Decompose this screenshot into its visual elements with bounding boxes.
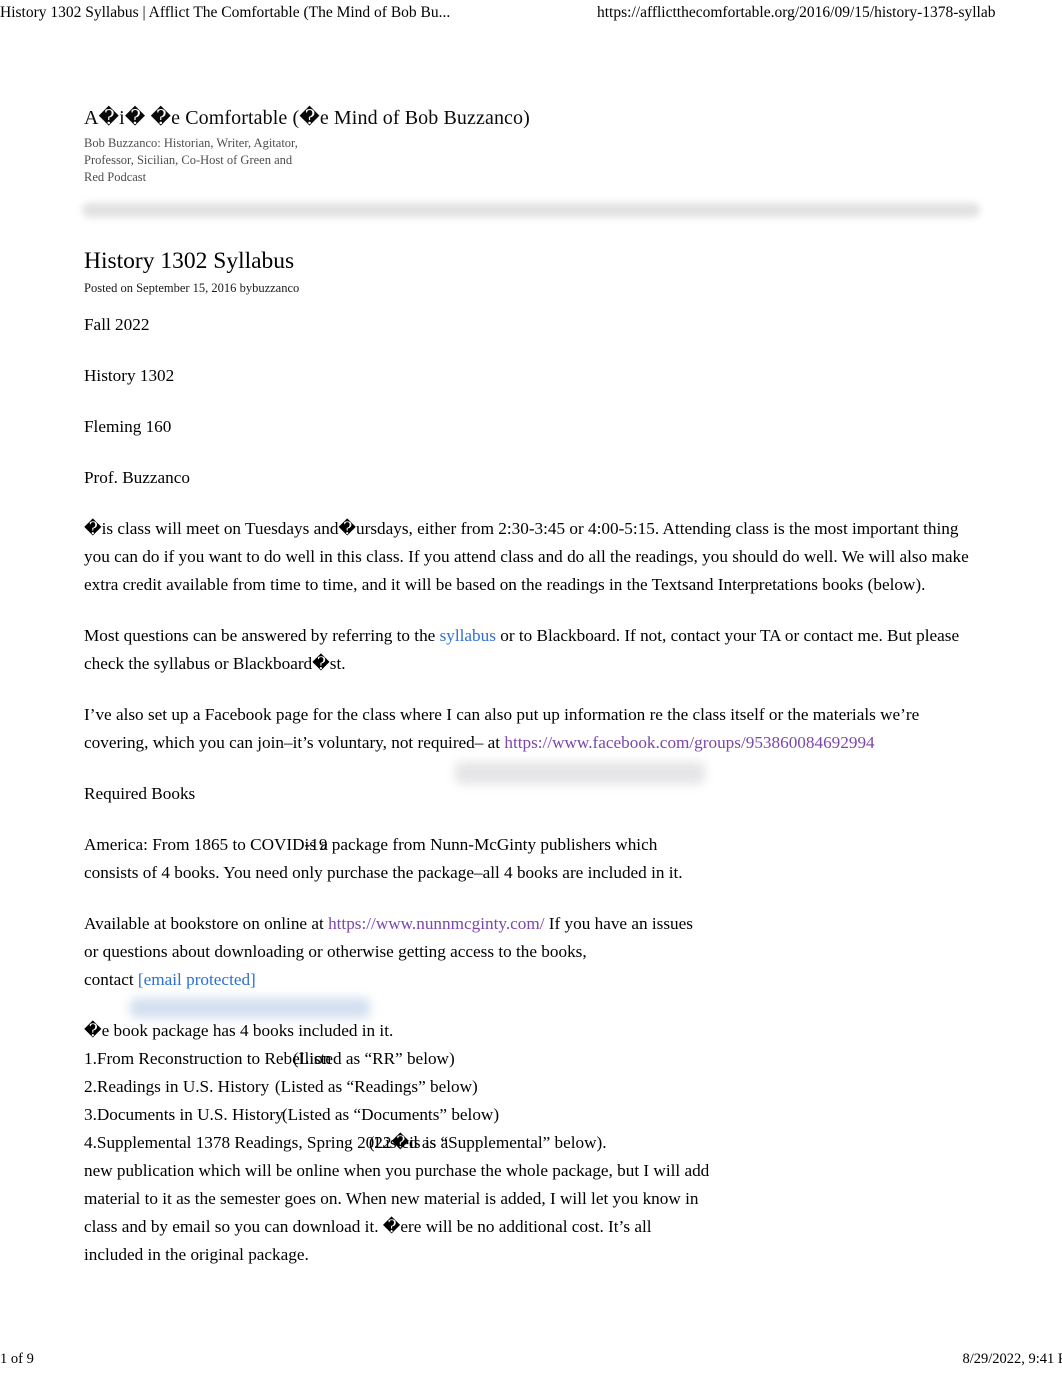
paragraph-course: History 1302 — [84, 366, 175, 385]
book-title: Readings in U.S. History — [96, 1077, 270, 1096]
book-paren: (Listed as “RR” below) — [292, 1049, 455, 1068]
paragraph-contact: contact [email protected] — [84, 966, 979, 994]
email-protected-link[interactable]: [email protected] — [138, 970, 256, 989]
paragraph-questions: Most questions can be answered by referr… — [84, 622, 979, 678]
print-footer-page-number: 1 of 9 — [0, 1351, 34, 1367]
site-navigation-bar[interactable] — [82, 198, 980, 232]
book-paren: (Listed as “Documents” below) — [281, 1105, 500, 1124]
paragraph-supplemental-l4: included in the original package. — [84, 1245, 309, 1264]
paragraph-available-line1: Available at bookstore on online at http… — [84, 910, 979, 938]
post-meta-prefix: Posted on — [84, 281, 137, 295]
book-title: Documents in U.S. History — [96, 1105, 284, 1124]
paragraph-package-line2: consists of 4 books. You need only purch… — [84, 863, 683, 882]
page-content: A�i� �e Comfortable (�e Mind of Bob Buzz… — [82, 105, 980, 1269]
package-rest: package from Nunn-McGinty publishers whi… — [327, 835, 658, 854]
print-footer-timestamp: 8/29/2022, 9:41 P — [962, 1351, 1062, 1367]
overlap-book-4: Supplemental 1378 Readings, Spring 2022(… — [96, 1129, 607, 1157]
overlap-book-1: From Reconstruction to Rebellion (Listed … — [97, 1045, 455, 1073]
paragraph-questions-before: Most questions can be answered by referr… — [84, 626, 440, 645]
book-paren: (Listed as “Supplemental” below). — [368, 1133, 607, 1152]
site-title[interactable]: A�i� �e Comfortable (�e Mind of Bob Buzz… — [84, 105, 979, 131]
paragraph-instructor: Prof. Buzzanco — [84, 468, 190, 487]
overlap-top: is a — [304, 835, 328, 854]
print-footer: 1 of 9 8/29/2022, 9:41 P — [0, 1349, 1062, 1373]
site-tagline: Bob Buzzanco: Historian, Writer, Agitato… — [84, 136, 298, 184]
book-number: 4. — [84, 1133, 97, 1152]
syllabus-link[interactable]: syllabus — [440, 626, 496, 645]
navigation-blur-overlay — [82, 202, 980, 218]
required-books-list: 1.From Reconstruction to Rebellion (Liste… — [84, 1045, 979, 1157]
paragraph-supplemental-l3: class and by email so you can download i… — [84, 1217, 652, 1236]
book-number: 1. — [84, 1049, 97, 1068]
paragraph-room: Fleming 160 — [84, 417, 172, 436]
post-author[interactable]: buzzanco — [252, 281, 299, 295]
book-number: 2. — [84, 1077, 97, 1096]
post-meta: Posted on September 15, 2016 bybuzzanco — [84, 279, 299, 297]
paragraph-supplemental-l1: new publication which will be online whe… — [84, 1161, 710, 1180]
list-item: 2. Readings in U.S. History (Listed as “R… — [84, 1073, 979, 1101]
nunnmcginty-link[interactable]: https://www.nunnmcginty.com/ — [328, 914, 544, 933]
list-item: 1.From Reconstruction to Rebellion (Liste… — [84, 1045, 979, 1073]
post-date[interactable]: September 15, 2016 — [136, 281, 236, 295]
book-title: Supplemental 1378 Readings, Spring 2022 — [96, 1133, 392, 1152]
paragraph-term: Fall 2022 — [84, 315, 150, 334]
paragraph-supplemental-l2: material to it as the semester goes on. … — [84, 1189, 699, 1208]
contact-before: contact — [84, 970, 138, 989]
overlap-covid-fragment: -19 is a — [305, 831, 328, 859]
book-paren: (Listed as “Readings” below) — [274, 1077, 478, 1096]
available-before: Available at bookstore on online at — [84, 914, 329, 933]
heading-required-books: Required Books — [84, 784, 196, 803]
overlap-book-2: Readings in U.S. History (Listed as “Read… — [96, 1073, 478, 1101]
paragraph-package-line1: America: From 1865 to COVID-19 is a packa… — [84, 831, 979, 859]
paragraph-meeting-times: �is class will meet on Tuesdays and�ursd… — [84, 519, 969, 594]
paragraph-facebook: I’ve also set up a Facebook page for the… — [84, 701, 979, 757]
package-title: America: From 1865 to COVID — [84, 835, 305, 854]
facebook-group-link[interactable]: https://www.facebook.com/groups/95386008… — [504, 733, 874, 752]
book-number: 3. — [84, 1105, 97, 1124]
printed-page: A�i� �e Comfortable (�e Mind of Bob Buzz… — [0, 0, 1062, 1377]
list-item: 4. Supplemental 1378 Readings, Spring 20… — [84, 1129, 979, 1157]
list-item: 3. Documents in U.S. History (Listed as “… — [84, 1101, 979, 1129]
page-title: History 1302 Syllabus — [84, 248, 295, 274]
paragraph-package-intro: �e book package has 4 books included in … — [84, 1021, 394, 1040]
available-after: If you have an issues — [544, 914, 693, 933]
paragraph-available-line2: or questions about downloading or otherw… — [84, 942, 587, 961]
overlap-book-3: Documents in U.S. History (Listed as “Doc… — [96, 1101, 499, 1129]
post-meta-by: by — [236, 281, 253, 295]
